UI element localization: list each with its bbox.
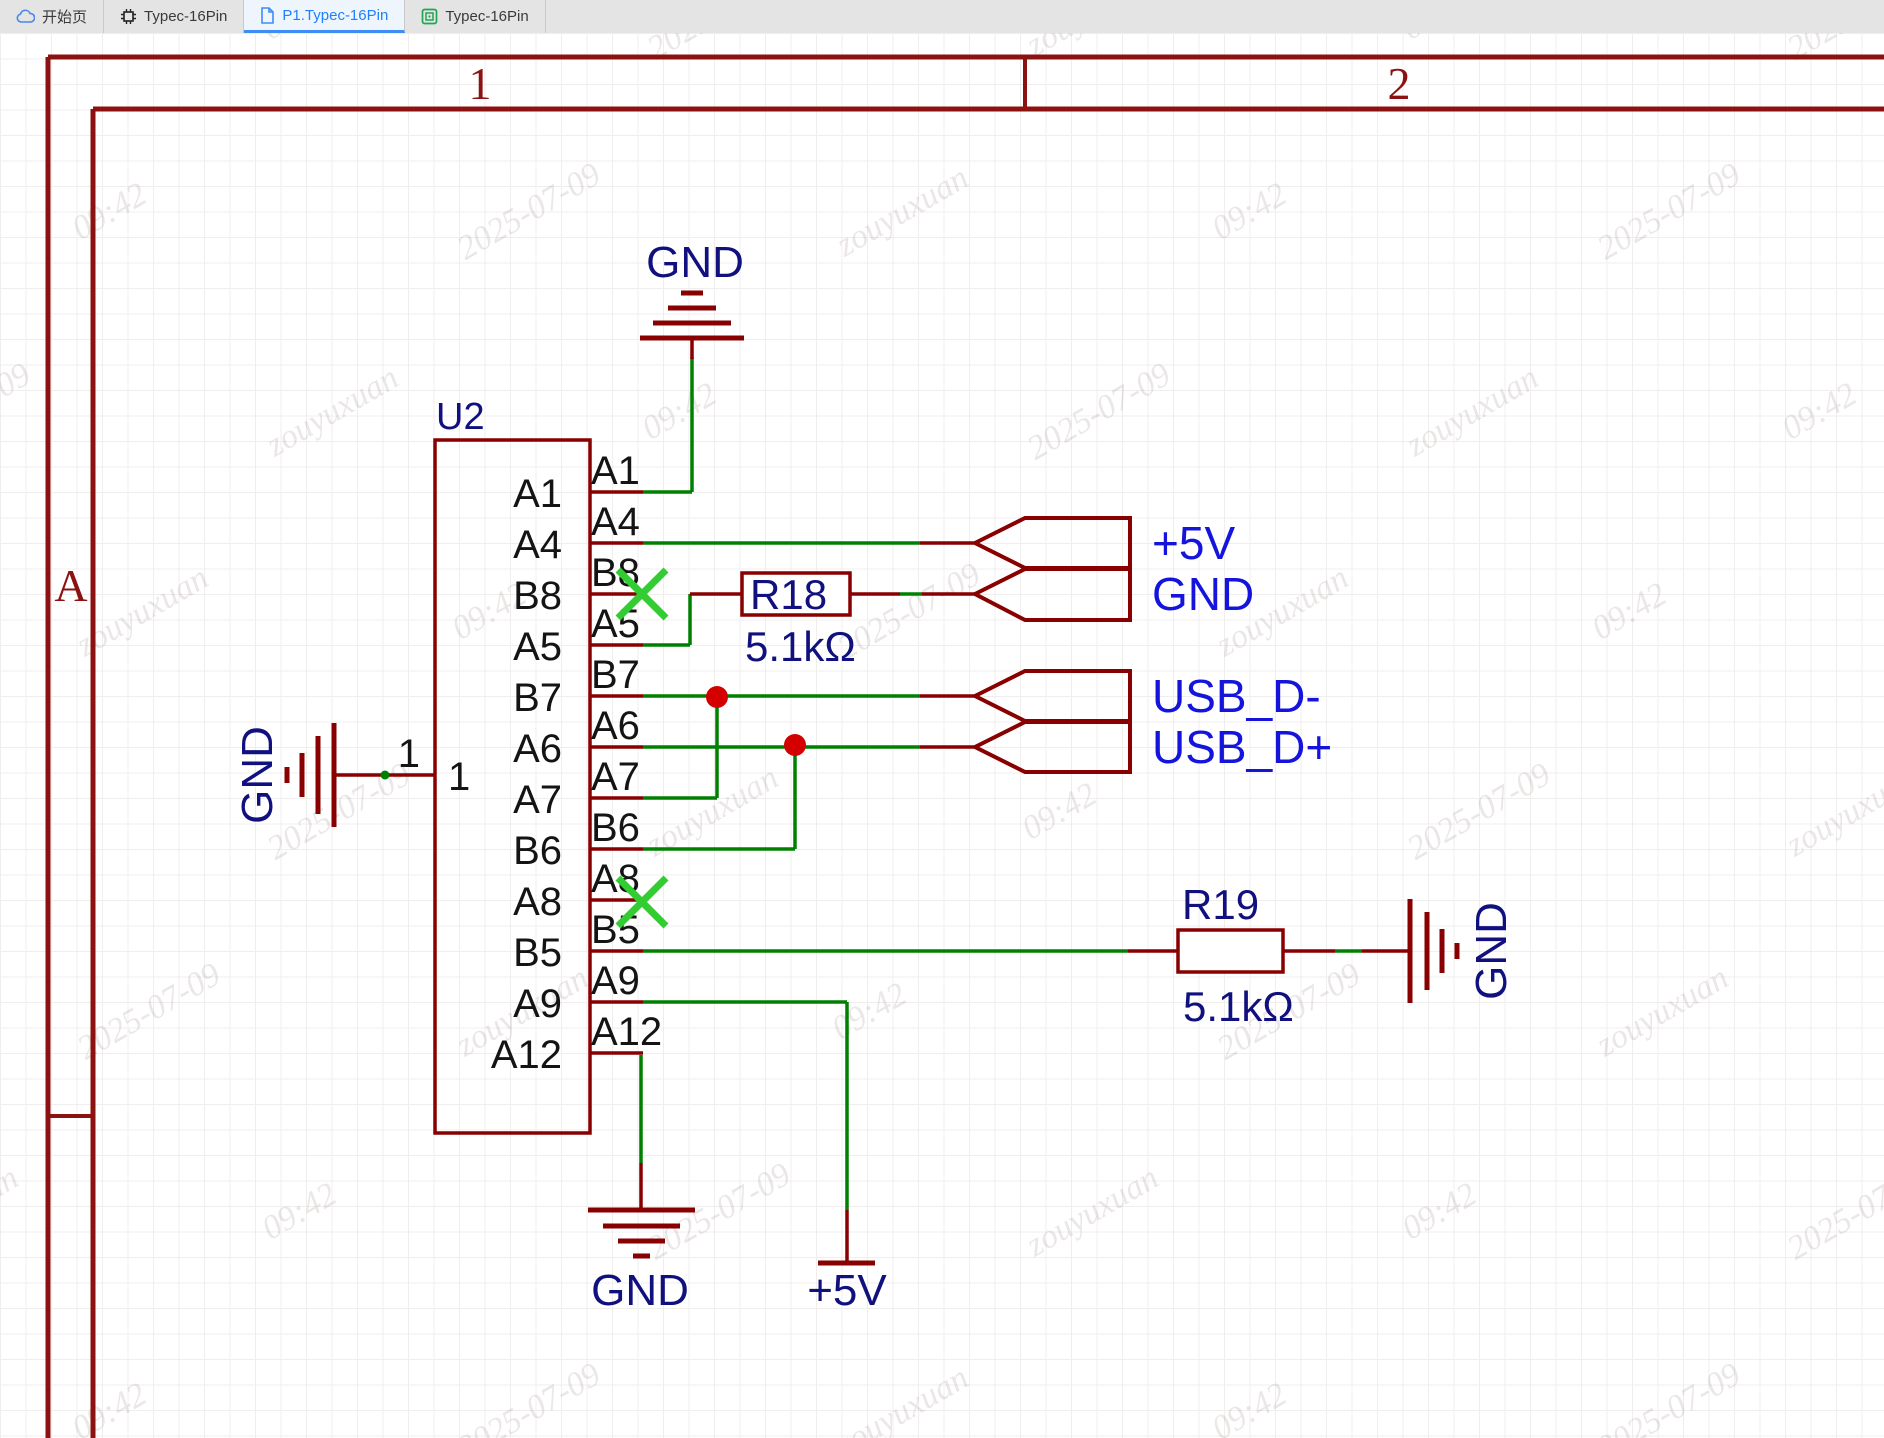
- component-r19[interactable]: R19 5.1kΩ: [1178, 881, 1294, 1030]
- pin-number: A7: [591, 755, 640, 799]
- pin-name: B5: [513, 931, 562, 975]
- chip-icon: [120, 8, 137, 25]
- component-u2[interactable]: U2 1: [334, 396, 662, 1133]
- r18-value[interactable]: 5.1kΩ: [745, 623, 856, 670]
- pin-number: A4: [591, 500, 640, 544]
- pin-1-endpoint: [381, 771, 390, 780]
- gnd-top-bars-icon: [640, 293, 744, 338]
- tab-pcb-typec16pin[interactable]: Typec-16Pin: [405, 0, 545, 33]
- tab-label: 开始页: [42, 6, 87, 27]
- r19-value[interactable]: 5.1kΩ: [1183, 983, 1294, 1030]
- u2-pin-names: A1 A4 B8 A5 B7 A6 A7 B6 A8 B5 A9 A12: [491, 472, 562, 1077]
- frame-column-label-2: 2: [1388, 58, 1411, 109]
- tab-label: Typec-16Pin: [144, 8, 227, 25]
- pin-number: B6: [591, 806, 640, 850]
- easyeda-window: 开始页 Typec-16Pin P1.Typec-16Pin Typec-16P…: [0, 0, 1884, 1438]
- junction-dot-usbdp[interactable]: [784, 734, 806, 756]
- pin-number: A12: [591, 1010, 662, 1054]
- gnd-bottom-bars-icon: [588, 1210, 695, 1256]
- frame-row-label-a: A: [54, 560, 87, 611]
- gnd-symbol-top[interactable]: GND: [640, 238, 744, 338]
- component-leads: [641, 338, 1410, 1263]
- r18-designator[interactable]: R18: [750, 571, 827, 618]
- pin-name: A1: [513, 472, 562, 516]
- cloud-icon: [16, 9, 35, 24]
- pin-1-number: 1: [398, 732, 420, 776]
- u2-pin-numbers: A1 A4 B8 A5 B7 A6 A7 B6 A8 B5 A9 A12: [591, 449, 662, 1054]
- r19-body[interactable]: [1178, 930, 1283, 972]
- pin-number: A5: [591, 602, 640, 646]
- pin-1-name: 1: [448, 755, 470, 799]
- pin-name: B8: [513, 574, 562, 618]
- pin-name: A12: [491, 1033, 562, 1077]
- u2-designator[interactable]: U2: [436, 396, 485, 438]
- tab-bar: 开始页 Typec-16Pin P1.Typec-16Pin Typec-16P…: [0, 0, 1884, 34]
- pin-name: A5: [513, 625, 562, 669]
- net-flag-usbdp[interactable]: [975, 722, 1130, 772]
- gnd-left-label[interactable]: GND: [233, 726, 282, 824]
- junction-dot-usbdm[interactable]: [706, 686, 728, 708]
- pin-number: A1: [591, 449, 640, 493]
- tab-schematic-p1-typec16pin[interactable]: P1.Typec-16Pin: [244, 0, 405, 33]
- pin-name: B7: [513, 676, 562, 720]
- pin-name: A4: [513, 523, 562, 567]
- component-r18[interactable]: R18 5.1kΩ: [742, 571, 856, 670]
- pin-number: A6: [591, 704, 640, 748]
- tab-label: Typec-16Pin: [445, 8, 528, 25]
- pin-number: A9: [591, 959, 640, 1003]
- gnd-right-bars-icon: [1410, 899, 1457, 1003]
- net-label-5v[interactable]: +5V: [1152, 517, 1235, 569]
- gnd-symbol-right[interactable]: GND: [1410, 899, 1516, 1003]
- net-flags: [975, 518, 1130, 772]
- net-flag-5v[interactable]: [975, 518, 1130, 568]
- gnd-symbol-left[interactable]: GND: [233, 723, 334, 827]
- gnd-right-label[interactable]: GND: [1467, 902, 1516, 1000]
- schematic-drawing: 1 2 A: [0, 33, 1884, 1438]
- pin-name: A7: [513, 778, 562, 822]
- frame-column-label-1: 1: [469, 58, 492, 109]
- schematic-canvas[interactable]: zouyuxuan09:422025-07-09zouyuxuan09:4220…: [0, 33, 1884, 1438]
- net-label-gnd[interactable]: GND: [1152, 568, 1254, 620]
- p5v-symbol-bottom[interactable]: +5V: [807, 1263, 887, 1315]
- p5v-bottom-label[interactable]: +5V: [807, 1266, 887, 1315]
- pin-number: B7: [591, 653, 640, 697]
- net-flag-usbdm[interactable]: [975, 671, 1130, 721]
- tab-symbol-typec16pin[interactable]: Typec-16Pin: [104, 0, 244, 33]
- pin-name: A9: [513, 982, 562, 1026]
- gnd-bottom-label[interactable]: GND: [591, 1266, 689, 1315]
- pin-name: A8: [513, 880, 562, 924]
- net-label-usbdp[interactable]: USB_D+: [1152, 721, 1332, 773]
- tab-start-page[interactable]: 开始页: [0, 0, 104, 33]
- gnd-symbol-bottom[interactable]: GND: [588, 1210, 695, 1315]
- pin-name: A6: [513, 727, 562, 771]
- net-label-usbdm[interactable]: USB_D-: [1152, 670, 1321, 722]
- gnd-top-label[interactable]: GND: [646, 238, 744, 287]
- net-flag-gnd[interactable]: [975, 569, 1130, 620]
- r19-designator[interactable]: R19: [1182, 881, 1259, 928]
- tab-label: P1.Typec-16Pin: [282, 7, 388, 24]
- gnd-left-bars-icon: [287, 723, 334, 827]
- pcb-file-icon: [421, 8, 438, 25]
- wires[interactable]: [641, 357, 1362, 1210]
- schematic-file-icon: [260, 7, 275, 24]
- pin-name: B6: [513, 829, 562, 873]
